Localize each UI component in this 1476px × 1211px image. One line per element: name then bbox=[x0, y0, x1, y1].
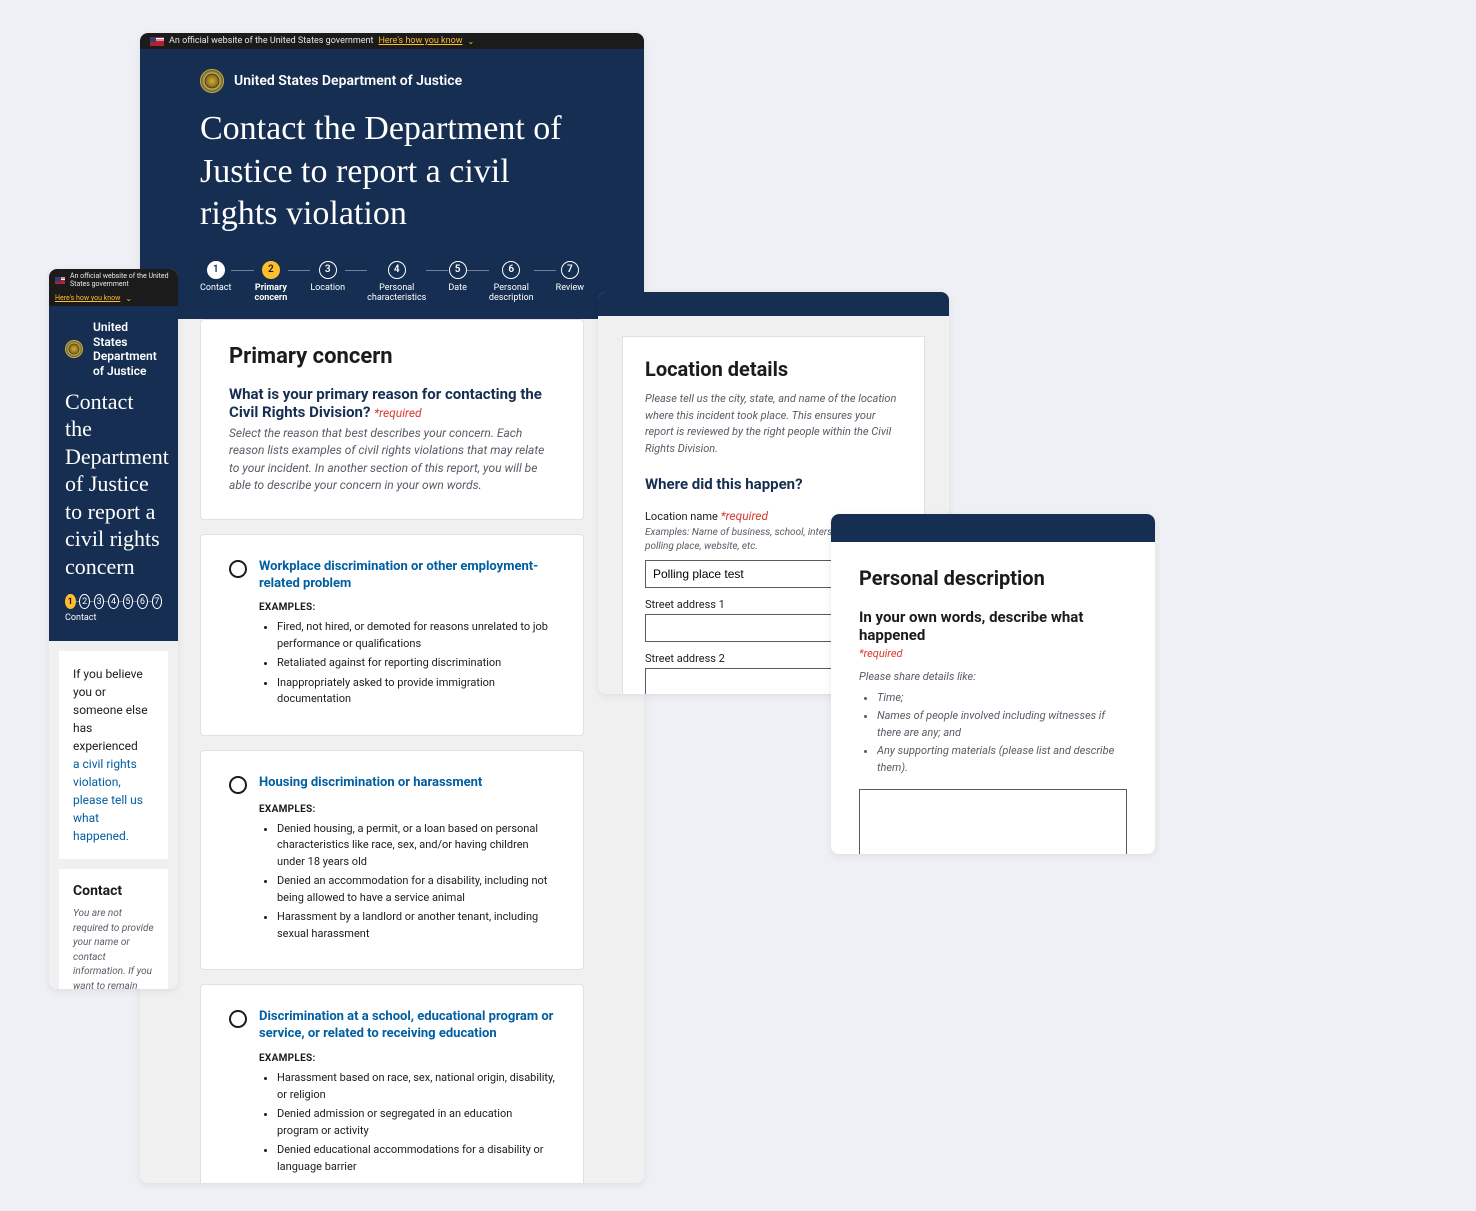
intro-link[interactable]: a civil rights violation, please tell us… bbox=[73, 757, 143, 843]
step-review[interactable]: 7Review bbox=[556, 261, 584, 294]
page-title: Contact the Department of Justice to rep… bbox=[200, 108, 584, 236]
radio-icon[interactable] bbox=[229, 1010, 247, 1028]
examples-label: EXAMPLES: bbox=[259, 1053, 555, 1064]
content-area: If you believe you or someone else has e… bbox=[49, 641, 178, 989]
step-date[interactable]: 5Date bbox=[448, 261, 467, 294]
examples-list: Fired, not hired, or demoted for reasons… bbox=[277, 619, 555, 708]
doj-seal-icon bbox=[65, 340, 83, 358]
pd-question: In your own words, describe what happene… bbox=[859, 608, 1127, 644]
progress-stepper: 1Contact 2Primary concern 3Location 4Per… bbox=[200, 261, 584, 305]
examples-label: EXAMPLES: bbox=[259, 804, 555, 815]
gov-banner-text: An official website of the United States… bbox=[70, 272, 172, 289]
step-personal-characteristics[interactable]: 4Personal characteristics bbox=[367, 261, 426, 305]
contact-heading: Contact bbox=[73, 883, 154, 899]
us-flag-icon bbox=[150, 37, 164, 46]
section-heading: Primary concern bbox=[229, 344, 555, 369]
intro-card: If you believe you or someone else has e… bbox=[59, 651, 168, 859]
content-area: Primary concern What is your primary rea… bbox=[140, 319, 644, 1183]
step-2[interactable]: 2 bbox=[79, 594, 90, 609]
step-7[interactable]: 7 bbox=[152, 594, 163, 609]
step-6[interactable]: 6 bbox=[137, 594, 148, 609]
description-textarea[interactable] bbox=[859, 789, 1127, 854]
step-3[interactable]: 3 bbox=[94, 594, 105, 609]
doj-seal-icon bbox=[200, 69, 224, 93]
examples-list: Denied housing, a permit, or a loan base… bbox=[277, 821, 555, 943]
location-question: Where did this happen? bbox=[645, 475, 902, 493]
us-flag-icon bbox=[55, 277, 65, 284]
step-contact[interactable]: 1Contact bbox=[200, 261, 231, 294]
radio-icon[interactable] bbox=[229, 560, 247, 578]
pd-body: Personal description In your own words, … bbox=[831, 542, 1155, 854]
question-helper: Select the reason that best describes yo… bbox=[229, 425, 555, 495]
panel-header-bar bbox=[831, 514, 1155, 542]
pd-bullets: Time; Names of people involved including… bbox=[877, 689, 1127, 777]
gov-banner-text: An official website of the United States… bbox=[169, 36, 373, 46]
examples-label: EXAMPLES: bbox=[259, 602, 555, 613]
chevron-down-icon: ⌄ bbox=[125, 294, 132, 304]
location-heading: Location details bbox=[645, 357, 902, 381]
mobile-panel: An official website of the United States… bbox=[49, 269, 178, 989]
radio-icon[interactable] bbox=[229, 776, 247, 794]
option-label: Housing discrimination or harassment bbox=[259, 775, 482, 792]
step-personal-description[interactable]: 6Personal description bbox=[489, 261, 534, 305]
examples-list: Harassment based on race, sex, national … bbox=[277, 1070, 555, 1175]
personal-description-panel: Personal description In your own words, … bbox=[831, 514, 1155, 854]
gov-banner-link[interactable]: Here's how you know bbox=[55, 294, 120, 302]
header: United States Department of Justice Cont… bbox=[140, 49, 644, 334]
dept-name: United States Department of Justice bbox=[93, 320, 162, 378]
step-5[interactable]: 5 bbox=[123, 594, 134, 609]
page-title: Contact the Department of Justice to rep… bbox=[65, 388, 162, 581]
step-1[interactable]: 1 bbox=[65, 594, 76, 609]
contact-helper: You are not required to provide your nam… bbox=[73, 907, 154, 989]
option-label: Discrimination at a school, educational … bbox=[259, 1009, 555, 1043]
pd-required: *required bbox=[859, 647, 1127, 660]
step-location[interactable]: 3Location bbox=[310, 261, 345, 294]
option-housing[interactable]: Housing discrimination or harassment EXA… bbox=[200, 750, 584, 971]
contact-card: Contact You are not required to provide … bbox=[59, 869, 168, 989]
option-education[interactable]: Discrimination at a school, educational … bbox=[200, 984, 584, 1183]
pd-helper: Please share details like: bbox=[859, 670, 1127, 683]
location-helper: Please tell us the city, state, and name… bbox=[645, 391, 902, 457]
option-label: Workplace discrimination or other employ… bbox=[259, 559, 555, 593]
desktop-panel: An official website of the United States… bbox=[140, 33, 644, 1183]
panel-header-bar bbox=[598, 292, 949, 316]
question-card: Primary concern What is your primary rea… bbox=[200, 319, 584, 520]
chevron-down-icon: ⌄ bbox=[467, 37, 474, 46]
gov-banner-link[interactable]: Here's how you know bbox=[378, 36, 462, 46]
dept-name: United States Department of Justice bbox=[234, 73, 462, 89]
gov-banner: An official website of the United States… bbox=[140, 33, 644, 49]
primary-question: What is your primary reason for contacti… bbox=[229, 385, 555, 421]
step-primary-concern[interactable]: 2Primary concern bbox=[254, 261, 289, 305]
gov-banner: An official website of the United States… bbox=[49, 269, 178, 306]
current-step-label: Contact bbox=[65, 613, 162, 623]
step-4[interactable]: 4 bbox=[108, 594, 119, 609]
header: United States Department of Justice Cont… bbox=[49, 306, 178, 641]
option-workplace[interactable]: Workplace discrimination or other employ… bbox=[200, 534, 584, 736]
progress-stepper: 1 2 3 4 5 6 7 bbox=[65, 594, 162, 609]
pd-heading: Personal description bbox=[859, 566, 1127, 590]
